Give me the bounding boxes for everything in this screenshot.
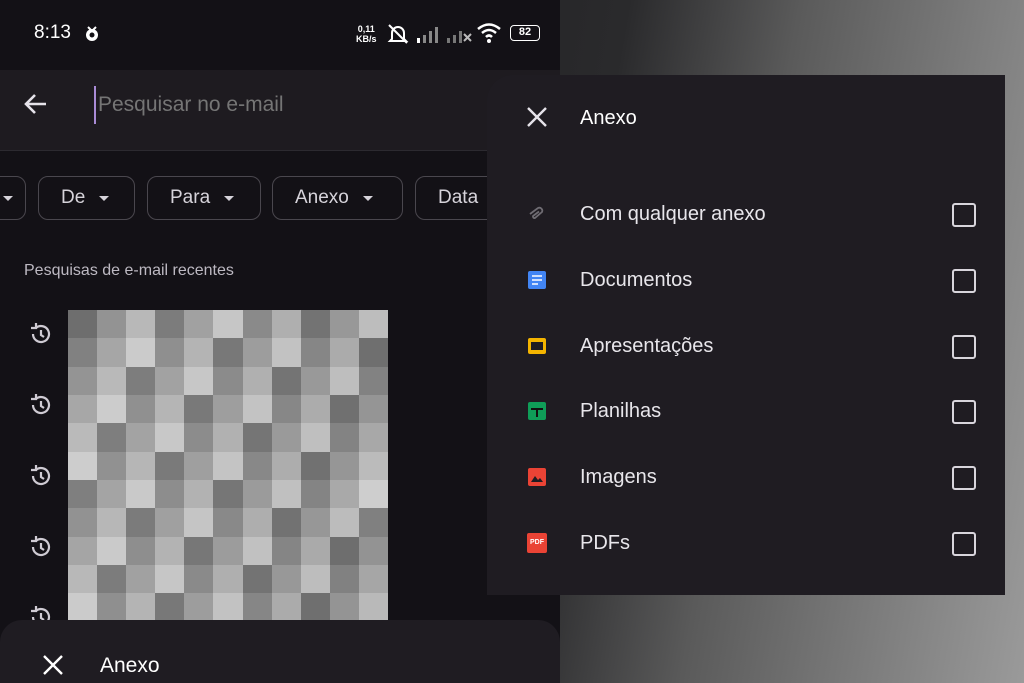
network-speed: 0,11 KB/s [356, 24, 377, 44]
history-icon [31, 323, 51, 344]
close-icon[interactable] [42, 654, 64, 676]
search-input[interactable] [94, 86, 500, 124]
slides-icon [528, 338, 546, 354]
bottom-sheet-title: Anexo [100, 654, 160, 677]
signal-icon [417, 27, 438, 43]
chevron-down-icon [99, 195, 110, 201]
silent-bell-icon [387, 24, 409, 44]
history-icon [31, 394, 51, 415]
docs-icon [528, 271, 546, 289]
recent-searches-title: Pesquisas de e-mail recentes [24, 262, 234, 279]
history-icon [31, 465, 51, 486]
option-images[interactable]: Imagens [487, 452, 1005, 502]
option-spreadsheets[interactable]: Planilhas [487, 386, 1005, 436]
history-icon [31, 536, 51, 557]
chip-para[interactable]: Para [147, 176, 261, 220]
status-bar: 8:13 0,11 KB/s 82 [0, 0, 560, 70]
paperclip-icon [529, 206, 544, 219]
chevron-down-icon [362, 195, 373, 201]
pixelated-redaction [68, 310, 388, 650]
checkbox[interactable] [952, 269, 976, 293]
close-icon[interactable] [525, 105, 549, 129]
option-presentations[interactable]: Apresentações [487, 321, 1005, 371]
back-arrow-icon[interactable] [20, 88, 52, 120]
gmail-search-screen: 8:13 0,11 KB/s 82 De Para Anexo D [0, 0, 560, 683]
bottom-sheet: Anexo [0, 620, 560, 683]
search-bar [0, 70, 560, 151]
chevron-down-icon [224, 195, 235, 201]
signal-2-icon [447, 31, 472, 43]
battery-icon: 82 [510, 25, 540, 41]
notification-icon [86, 26, 98, 41]
chip-anexo[interactable]: Anexo [272, 176, 403, 220]
chip-de[interactable]: De [38, 176, 135, 220]
pdf-icon: PDF [527, 533, 547, 553]
option-any-attachment[interactable]: Com qualquer anexo [487, 189, 1005, 239]
wifi-icon [477, 23, 501, 43]
image-icon [528, 468, 546, 486]
checkbox[interactable] [952, 400, 976, 424]
checkbox[interactable] [952, 203, 976, 227]
sheets-icon [528, 402, 546, 420]
option-pdfs[interactable]: PDF PDFs [487, 518, 1005, 568]
status-time: 8:13 [34, 22, 71, 43]
checkbox[interactable] [952, 466, 976, 490]
checkbox[interactable] [952, 532, 976, 556]
panel-title: Anexo [580, 107, 637, 129]
option-documents[interactable]: Documentos [487, 255, 1005, 305]
attachment-filter-panel: Anexo Com qualquer anexo Documentos Apre… [487, 75, 1005, 595]
checkbox[interactable] [952, 335, 976, 359]
chip-partial[interactable] [0, 176, 26, 220]
